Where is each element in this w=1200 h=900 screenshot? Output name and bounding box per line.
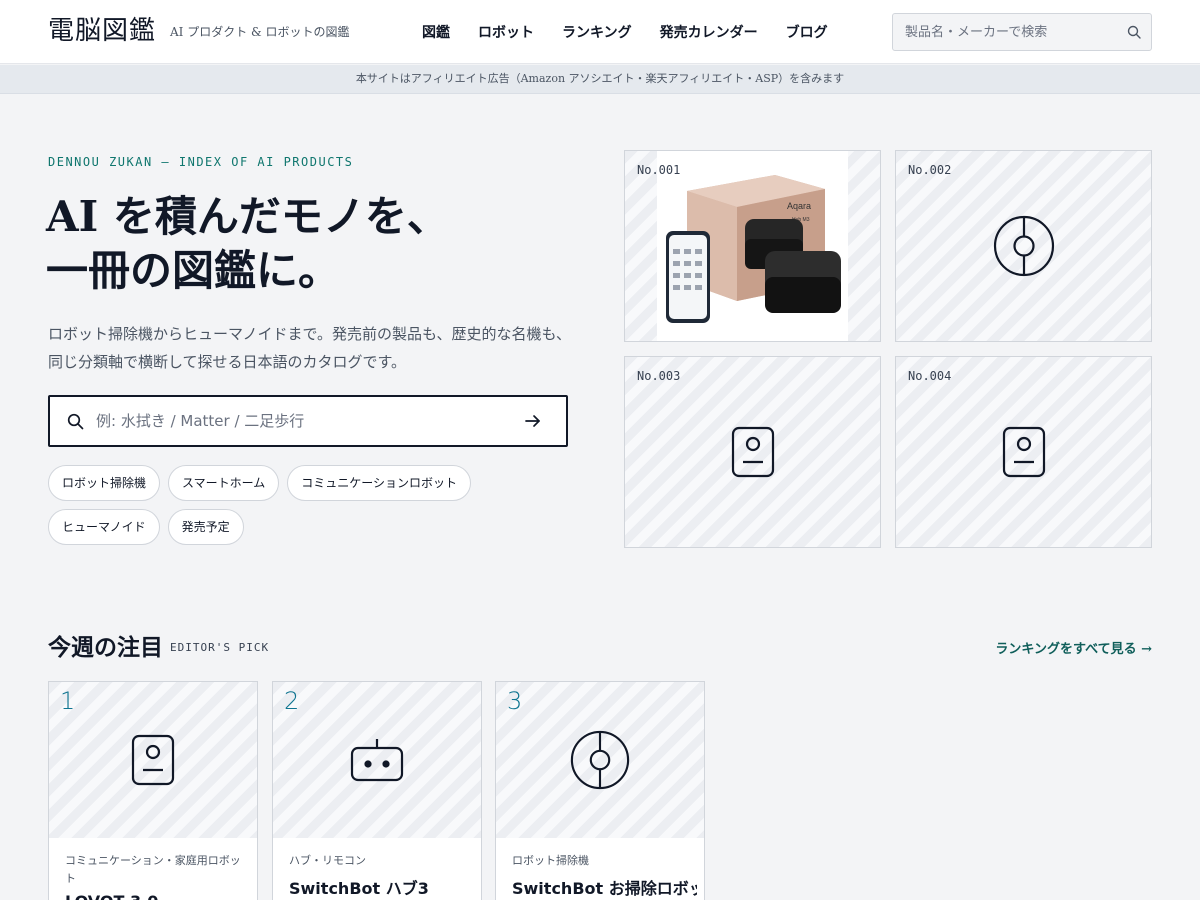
nav-item-robot[interactable]: ロボット bbox=[478, 22, 534, 42]
site-header: 電脳図鑑 AI プロダクト & ロボットの図鑑 図鑑 ロボット ランキング 発売… bbox=[0, 0, 1200, 64]
card-thumbnail: 2 bbox=[273, 682, 481, 838]
rank-number: 1 bbox=[60, 687, 76, 715]
nav-item-calendar[interactable]: 発売カレンダー bbox=[660, 22, 758, 42]
tile-number: No.002 bbox=[908, 163, 952, 177]
arrow-right-icon[interactable] bbox=[524, 412, 542, 430]
pick-card[interactable]: 1 コミュニケーション・家庭用ロボット LOVOT 3.0 bbox=[48, 681, 258, 900]
nav-item-zukan[interactable]: 図鑑 bbox=[422, 22, 450, 42]
section-title: 今週の注目 bbox=[48, 634, 163, 661]
card-category: ロボット掃除機 bbox=[512, 854, 589, 867]
tile-number: No.003 bbox=[637, 369, 681, 383]
pick-card[interactable]: 2 ハブ・リモコン SwitchBot ハブ3 bbox=[272, 681, 482, 900]
pick-card[interactable]: 3 ロボット掃除機 SwitchBot お掃除ロボット bbox=[495, 681, 705, 900]
catalog-tile[interactable]: No.002 bbox=[895, 150, 1152, 342]
affiliate-disclosure: 本サイトはアフィリエイト広告（Amazon アソシエイト・楽天アフィリエイト・A… bbox=[0, 65, 1200, 94]
catalog-tile[interactable]: No.003 bbox=[624, 356, 881, 548]
chip-humanoid[interactable]: ヒューマノイド bbox=[48, 509, 160, 545]
chip-communication-robot[interactable]: コミュニケーションロボット bbox=[287, 465, 472, 501]
hero-title-line2: 一冊の図鑑に。 bbox=[46, 246, 341, 295]
rank-number: 3 bbox=[507, 687, 523, 715]
robot-face-icon bbox=[350, 739, 404, 782]
chip-smart-home[interactable]: スマートホーム bbox=[168, 465, 280, 501]
robot-vacuum-icon bbox=[993, 215, 1054, 277]
hero-search bbox=[48, 395, 568, 447]
search-icon bbox=[67, 413, 84, 430]
speaker-robot-icon bbox=[131, 734, 175, 786]
section-subtitle: EDITOR'S PICK bbox=[170, 641, 270, 654]
hero-search-input[interactable] bbox=[96, 397, 516, 445]
card-category: ハブ・リモコン bbox=[289, 854, 366, 867]
card-thumbnail: 3 bbox=[496, 682, 704, 838]
nav-item-blog[interactable]: ブログ bbox=[786, 22, 828, 42]
catalog-tile[interactable]: Aqara Hub M3 No.001 bbox=[624, 150, 881, 342]
category-chips: ロボット掃除機 スマートホーム コミュニケーションロボット ヒューマノイド 発売… bbox=[48, 465, 568, 545]
chip-robot-vacuum[interactable]: ロボット掃除機 bbox=[48, 465, 161, 501]
hero-title-line1: AI を積んだモノを、 bbox=[46, 192, 449, 241]
hero-title: AI を積んだモノを、 一冊の図鑑に。 bbox=[46, 190, 606, 298]
card-category: コミュニケーション・家庭用ロボット bbox=[65, 854, 241, 885]
speaker-robot-icon bbox=[1002, 426, 1045, 478]
card-thumbnail: 1 bbox=[49, 682, 257, 838]
card-product-name: SwitchBot お掃除ロボット bbox=[512, 879, 697, 898]
product-photo: Aqara Hub M3 bbox=[657, 151, 848, 341]
card-product-name: SwitchBot ハブ3 bbox=[289, 879, 429, 898]
site-logo[interactable]: 電脳図鑑 bbox=[48, 10, 156, 47]
chip-upcoming[interactable]: 発売予定 bbox=[167, 509, 244, 545]
rank-number: 2 bbox=[284, 687, 300, 715]
speaker-robot-icon bbox=[731, 426, 774, 478]
header-search bbox=[892, 13, 1152, 51]
hero-lead: ロボット掃除機からヒューマノイドまで。発売前の製品も、歴史的な名機も、同じ分類軸… bbox=[48, 325, 572, 371]
tile-number: No.004 bbox=[908, 369, 952, 383]
robot-vacuum-icon bbox=[570, 730, 630, 790]
search-icon[interactable] bbox=[1127, 25, 1141, 39]
site-tagline: AI プロダクト & ロボットの図鑑 bbox=[170, 25, 350, 39]
photo-brand: Aqara bbox=[787, 201, 811, 211]
header-search-input[interactable] bbox=[893, 14, 1119, 50]
see-all-ranking-link[interactable]: ランキングをすべて見る → bbox=[995, 638, 1152, 657]
main-nav: 図鑑 ロボット ランキング 発売カレンダー ブログ bbox=[422, 22, 828, 42]
catalog-tile[interactable]: No.004 bbox=[895, 356, 1152, 548]
hub-product-image: Aqara Hub M3 bbox=[666, 175, 841, 323]
nav-item-ranking[interactable]: ランキング bbox=[562, 22, 632, 42]
hero-eyebrow: DENNOU ZUKAN — INDEX OF AI PRODUCTS bbox=[48, 155, 354, 169]
card-product-name: LOVOT 3.0 bbox=[65, 892, 250, 900]
tile-number: No.001 bbox=[637, 163, 681, 177]
